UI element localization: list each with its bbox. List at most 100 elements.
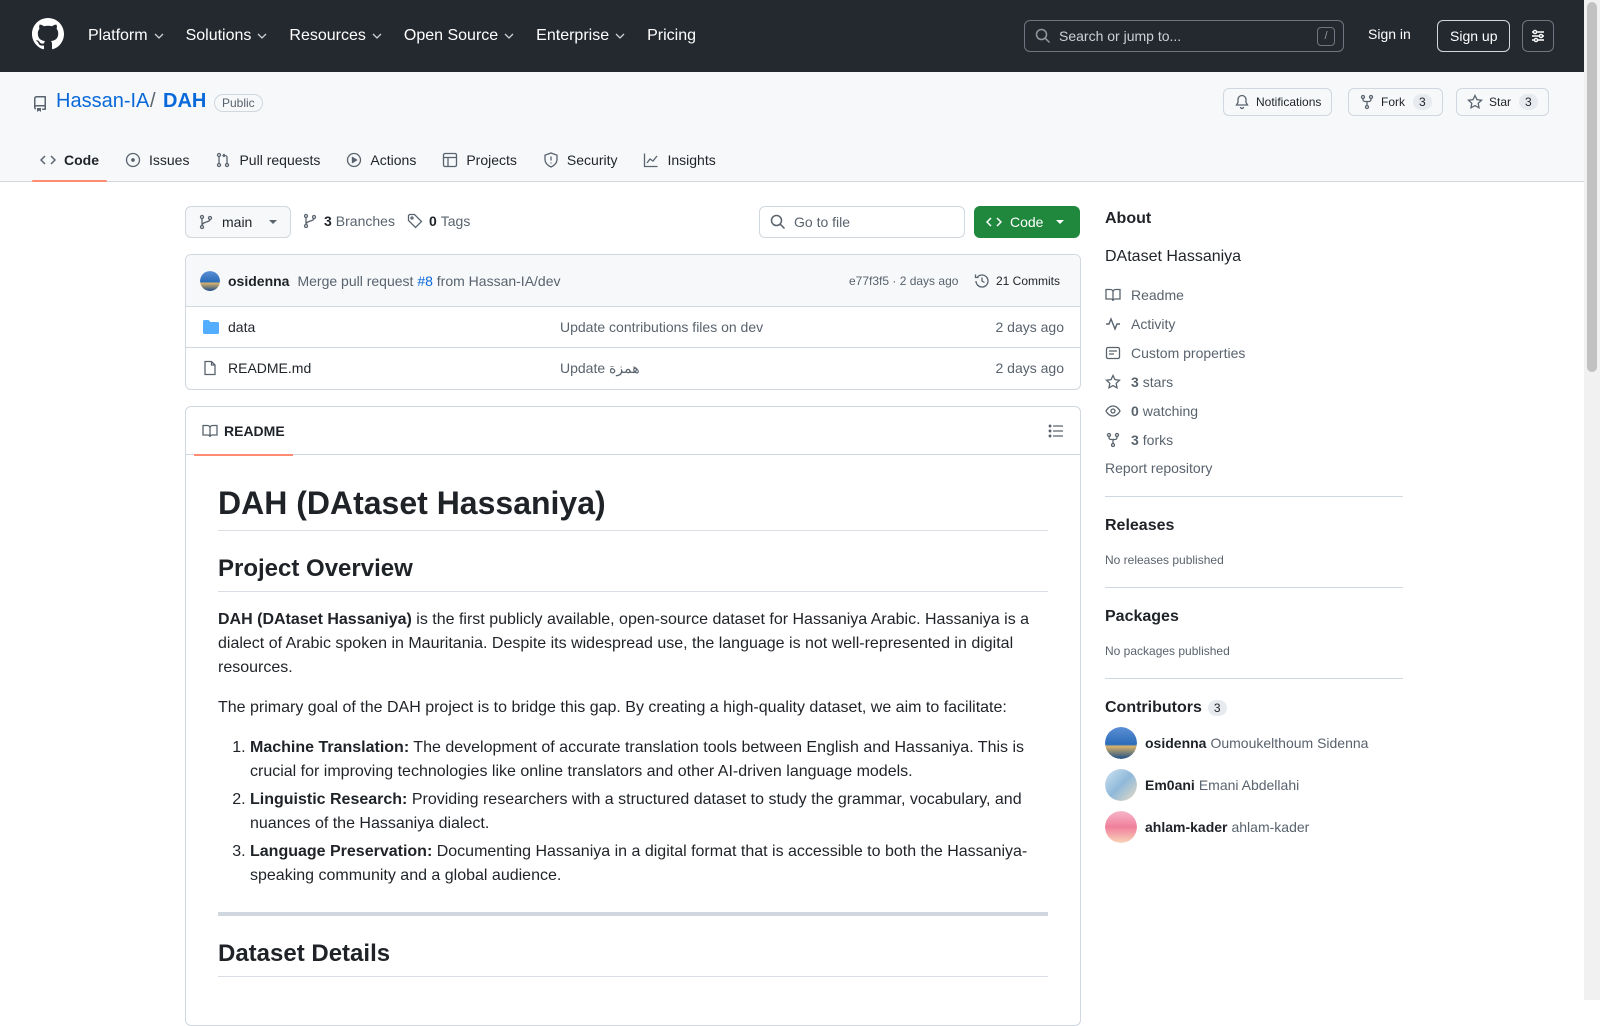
avatar[interactable] (1105, 811, 1137, 843)
tags-link[interactable]: 0 Tags (423, 213, 470, 229)
packages-heading[interactable]: Packages (1105, 608, 1403, 626)
list-item: Language Preservation: Documenting Hassa… (250, 840, 1048, 888)
tab-security[interactable]: Security (535, 140, 626, 180)
notifications-button[interactable]: Notifications (1223, 88, 1333, 116)
commits-link[interactable]: 21 Commits (974, 273, 1060, 289)
scrollbar-thumb[interactable] (1587, 2, 1597, 372)
custom-properties-link[interactable]: Custom properties (1105, 338, 1403, 367)
activity-link[interactable]: Activity (1105, 309, 1403, 338)
code-icon (986, 217, 1002, 227)
visibility-badge: Public (214, 94, 263, 112)
forks-link[interactable]: 3 forks (1105, 425, 1403, 454)
github-logo-icon[interactable] (32, 18, 64, 50)
avatar[interactable] (1105, 727, 1137, 759)
nav-solutions[interactable]: Solutions (186, 27, 268, 45)
file-name[interactable]: data (228, 319, 255, 335)
readme-header: README (186, 407, 1080, 456)
divider (218, 912, 1048, 916)
fork-count: 3 (1413, 94, 1432, 110)
fork-icon (1360, 94, 1374, 110)
file-commit-message[interactable]: Update contributions files on dev (560, 319, 763, 335)
overview-paragraph: DAH (DAtaset Hassaniya) is the first pub… (218, 611, 1030, 676)
nav-open-source[interactable]: Open Source (404, 27, 514, 45)
nav-resources[interactable]: Resources (289, 27, 382, 45)
commit-message[interactable]: Merge pull request #8 from Hassan-IA/dev (297, 273, 560, 289)
commit-author[interactable]: osidenna (228, 273, 289, 289)
tab-projects[interactable]: Projects (434, 140, 525, 180)
search-placeholder: Search or jump to... (1059, 28, 1182, 44)
list-item: Machine Translation: The development of … (250, 736, 1048, 784)
nav-pricing[interactable]: Pricing (647, 27, 696, 45)
search-shortcut-key: / (1317, 27, 1335, 46)
contributors-heading[interactable]: Contributors 3 (1105, 699, 1403, 717)
chevron-down-icon (615, 33, 625, 39)
file-commit-message[interactable]: Update همزة (560, 360, 640, 377)
pull-request-icon (217, 152, 230, 168)
readme-title: DAH (DAtaset Hassaniya) (218, 485, 1048, 531)
branch-selector[interactable]: main (185, 206, 292, 238)
repo-name-link[interactable]: DAH (163, 90, 206, 113)
repo-owner-link[interactable]: Hassan-IA (56, 90, 149, 113)
report-repository-link[interactable]: Report repository (1105, 460, 1403, 476)
search-icon (770, 214, 786, 230)
tab-actions[interactable]: Actions (338, 140, 424, 180)
stars-link[interactable]: 3 stars (1105, 367, 1403, 396)
settings-menu-button[interactable] (1522, 20, 1554, 52)
repo-tabs: Code Issues Pull requests Actions Projec… (32, 140, 734, 182)
contributor-login: osidenna (1145, 735, 1207, 751)
shield-icon (544, 152, 558, 168)
global-header: Platform Solutions Resources Open Source… (0, 0, 1584, 72)
sign-in-link[interactable]: Sign in (1368, 26, 1411, 42)
history-icon (974, 274, 989, 288)
graph-icon (644, 153, 658, 168)
go-to-file-input[interactable]: Go to file (759, 206, 965, 238)
nav-platform[interactable]: Platform (88, 27, 164, 45)
issue-icon (125, 152, 141, 168)
contributor-item[interactable]: Em0ani Emani Abdellahi (1105, 769, 1403, 801)
contributor-name: ahlam-kader (1231, 819, 1310, 835)
readme-tab[interactable]: README (194, 407, 293, 456)
watching-link[interactable]: 0 watching (1105, 396, 1403, 425)
tab-pull-requests[interactable]: Pull requests (207, 140, 328, 180)
book-icon (1105, 288, 1121, 301)
star-count: 3 (1519, 94, 1538, 110)
releases-heading[interactable]: Releases (1105, 517, 1403, 535)
global-search-input[interactable]: Search or jump to... / (1024, 20, 1344, 52)
code-icon (40, 155, 56, 165)
fork-button[interactable]: Fork 3 (1348, 88, 1443, 116)
file-row[interactable]: README.md Update همزة 2 days ago (186, 348, 1080, 389)
avatar[interactable] (1105, 769, 1137, 801)
file-row[interactable]: data Update contributions files on dev 2… (186, 307, 1080, 348)
packages-section: Packages No packages published (1105, 587, 1403, 658)
path-separator: / (150, 90, 156, 112)
pr-link[interactable]: #8 (417, 273, 433, 289)
global-nav: Platform Solutions Resources Open Source… (88, 0, 718, 72)
branch-icon (199, 214, 213, 230)
contributor-name: Emani Abdellahi (1198, 777, 1300, 793)
avatar[interactable] (200, 270, 220, 291)
code-dropdown-button[interactable]: Code (974, 206, 1080, 238)
tab-code[interactable]: Code (32, 140, 107, 182)
nav-enterprise[interactable]: Enterprise (536, 27, 625, 45)
contributor-login: Em0ani (1145, 777, 1195, 793)
contributors-section: Contributors 3 osidenna Oumoukelthoum Sid… (1105, 678, 1403, 843)
goal-paragraph: The primary goal of the DAH project is t… (218, 699, 1007, 716)
repo-sidebar: About DAtaset Hassaniya Readme Activity … (1105, 210, 1403, 843)
branches-link[interactable]: 3 Branches (318, 213, 395, 229)
about-heading: About (1105, 210, 1152, 227)
contributor-item[interactable]: osidenna Oumoukelthoum Sidenna (1105, 727, 1403, 759)
contributor-item[interactable]: ahlam-kader ahlam-kader (1105, 811, 1403, 843)
readme-link[interactable]: Readme (1105, 280, 1403, 309)
branch-icon (303, 213, 317, 229)
list-outline-icon[interactable] (1048, 423, 1064, 439)
file-name[interactable]: README.md (228, 360, 311, 376)
branches-tags-info: 3 Branches 0 Tags (302, 213, 470, 229)
repo-description: DAtaset Hassaniya (1105, 248, 1242, 265)
commit-sha[interactable]: e77f3f5 · 2 days ago (849, 274, 958, 288)
sign-up-button[interactable]: Sign up (1437, 20, 1511, 52)
tab-issues[interactable]: Issues (117, 140, 197, 180)
tag-icon (407, 213, 423, 229)
star-button[interactable]: Star 3 (1456, 88, 1549, 116)
tab-insights[interactable]: Insights (635, 140, 723, 180)
file-date: 2 days ago (995, 319, 1065, 335)
